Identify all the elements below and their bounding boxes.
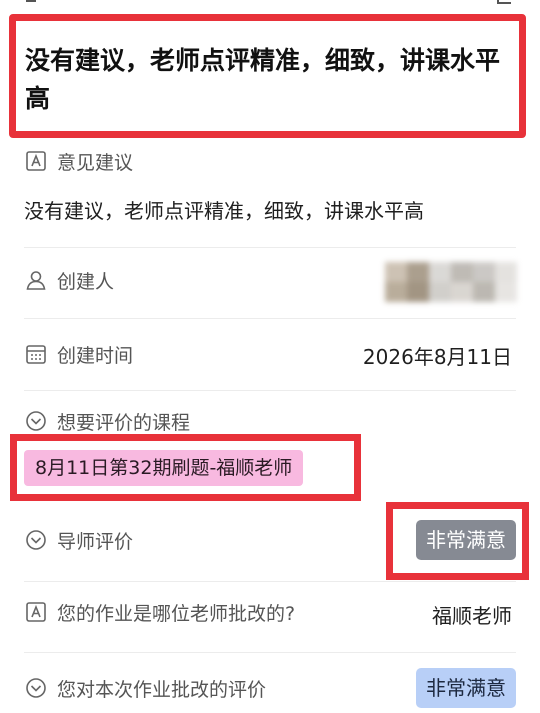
creator-avatar-blurred [385,262,517,302]
tutor-rating-label: 导师评价 [24,526,133,554]
grader-label: 您的作业是哪位老师批改的? [24,598,295,626]
grading-rating-tag: 非常满意 [416,668,516,708]
page-title: 没有建议，老师点评精准，细致，讲课水平高 [25,46,501,113]
menu-icon-fragment[interactable] [497,0,511,4]
dropdown-circle-icon [24,676,48,700]
suggestion-value: 没有建议，老师点评精准，细致，讲课水平高 [24,199,424,223]
course-tag: 8月11日第32期刷题-福顺老师 [24,450,304,486]
dropdown-circle-icon [24,528,48,552]
divider [24,390,516,391]
divider [24,318,516,319]
divider [24,581,516,582]
person-icon [24,268,48,292]
grader-value: 福顺老师 [432,604,512,628]
text-box-icon [24,600,48,624]
tutor-rating-tag: 非常满意 [416,520,516,560]
divider [24,652,516,653]
top-edge [0,0,540,14]
back-icon-fragment[interactable] [26,0,36,2]
created-time-label: 创建时间 [24,340,133,368]
created-time-value: 2026年8月11日 [362,345,512,369]
calendar-icon [24,342,48,366]
creator-label: 创建人 [24,266,114,294]
course-label: 想要评价的课程 [24,407,190,435]
dropdown-circle-icon [24,409,48,433]
suggestion-label: 意见建议 [24,147,133,175]
text-box-icon [24,149,48,173]
divider [24,247,516,248]
grading-rating-label: 您对本次作业批改的评价 [24,674,266,702]
